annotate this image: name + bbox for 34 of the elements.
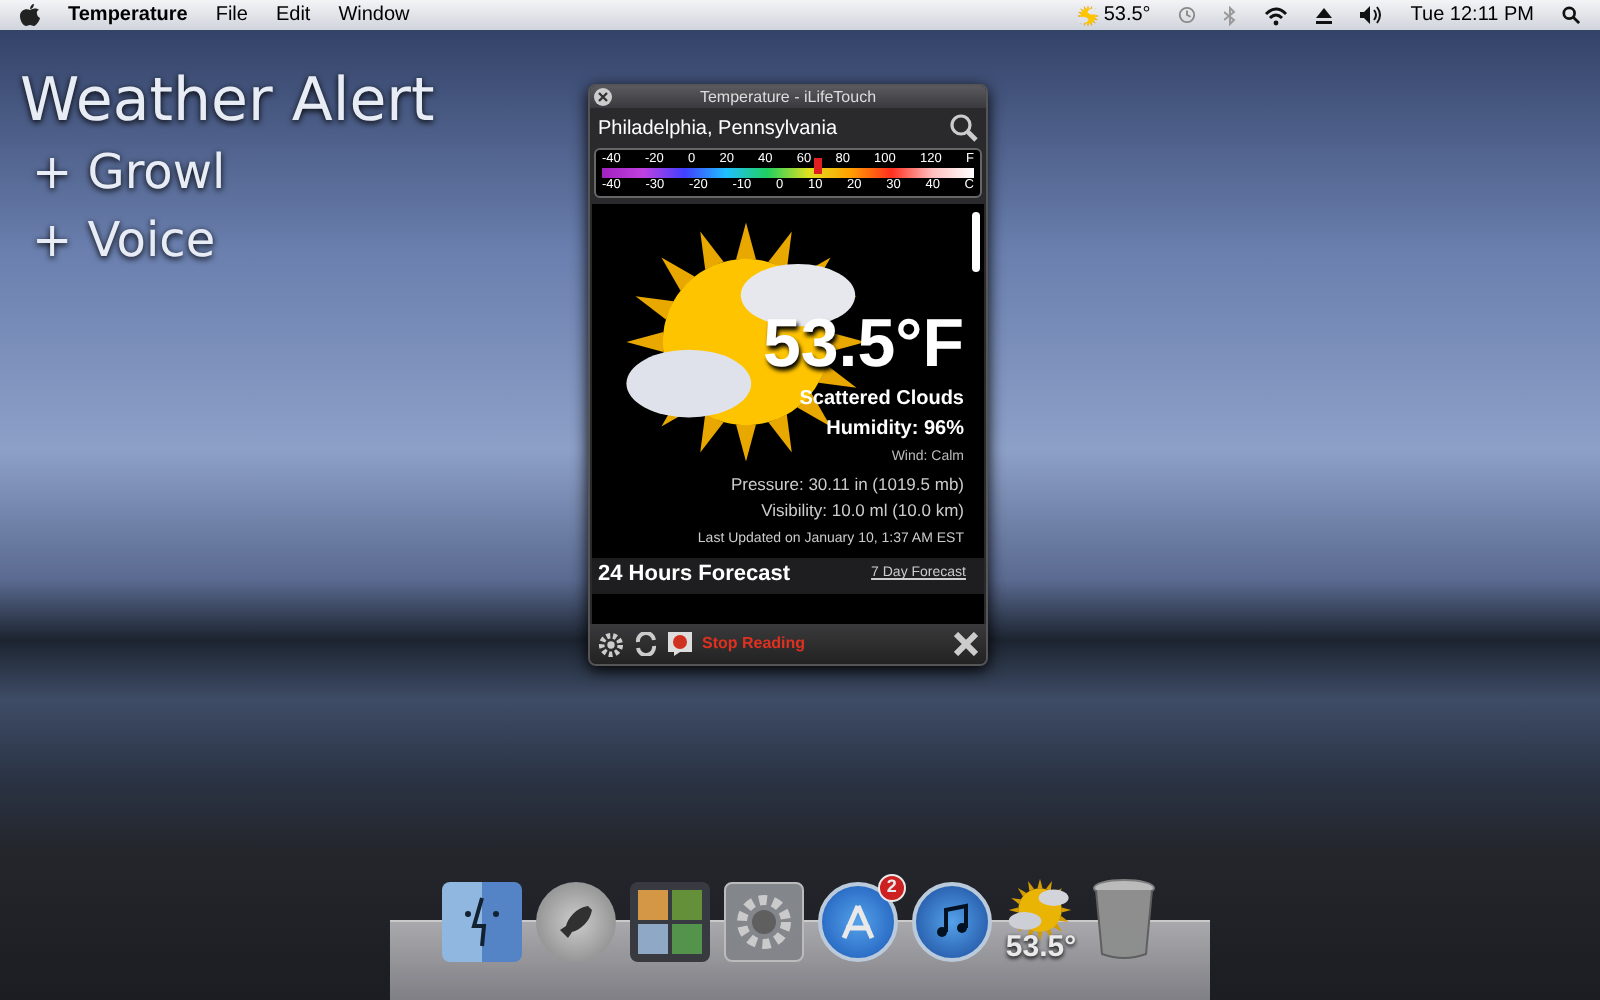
promo-title: Weather Alert xyxy=(20,66,435,138)
speech-bubble-icon[interactable] xyxy=(668,632,692,656)
close-icon[interactable] xyxy=(594,88,612,106)
menu-item[interactable]: File xyxy=(215,0,248,30)
menu-clock[interactable]: Tue 12:11 PM xyxy=(1410,0,1534,30)
windows-icon[interactable] xyxy=(629,882,710,962)
humidity-label: Humidity: 96% xyxy=(826,416,964,444)
visibility-label: Visibility: 10.0 ml (10.0 km) xyxy=(761,498,964,524)
search-icon[interactable] xyxy=(1562,6,1580,24)
scrollbar-thumb[interactable] xyxy=(972,212,980,272)
forecast-heading: 24 Hours Forecast xyxy=(598,560,790,591)
weather-menu-icon xyxy=(1075,3,1100,27)
app-menu[interactable]: Temperature xyxy=(68,0,188,30)
wifi-icon[interactable] xyxy=(1264,5,1289,25)
volume-icon[interactable] xyxy=(1360,6,1383,24)
settings-icon[interactable] xyxy=(598,631,624,657)
finder-icon[interactable] xyxy=(441,882,522,962)
menu-temperature[interactable]: 53.5° xyxy=(1103,0,1151,30)
pressure-label: Pressure: 30.11 in (1019.5 mb) xyxy=(730,471,964,497)
menu-item[interactable]: Edit xyxy=(275,0,311,30)
promo-feature: + Growl xyxy=(30,142,228,204)
eject-icon[interactable] xyxy=(1316,7,1333,23)
window-title: Temperature - iLifeTouch xyxy=(699,86,877,109)
clock-icon[interactable] xyxy=(1178,6,1197,24)
app-store-icon[interactable] xyxy=(817,882,898,962)
refresh-icon[interactable] xyxy=(634,632,658,656)
gear-icon[interactable] xyxy=(723,882,804,962)
search-icon[interactable] xyxy=(950,114,978,142)
menu-item[interactable]: Window xyxy=(338,0,410,30)
promo-feature: + Voice xyxy=(30,210,218,272)
apple-logo-icon[interactable] xyxy=(20,4,40,26)
location-label: Philadelphia, Pennsylvania xyxy=(598,115,838,143)
dock-temperature: 53.5° xyxy=(1005,932,1077,962)
trash-icon[interactable] xyxy=(1090,878,1159,962)
